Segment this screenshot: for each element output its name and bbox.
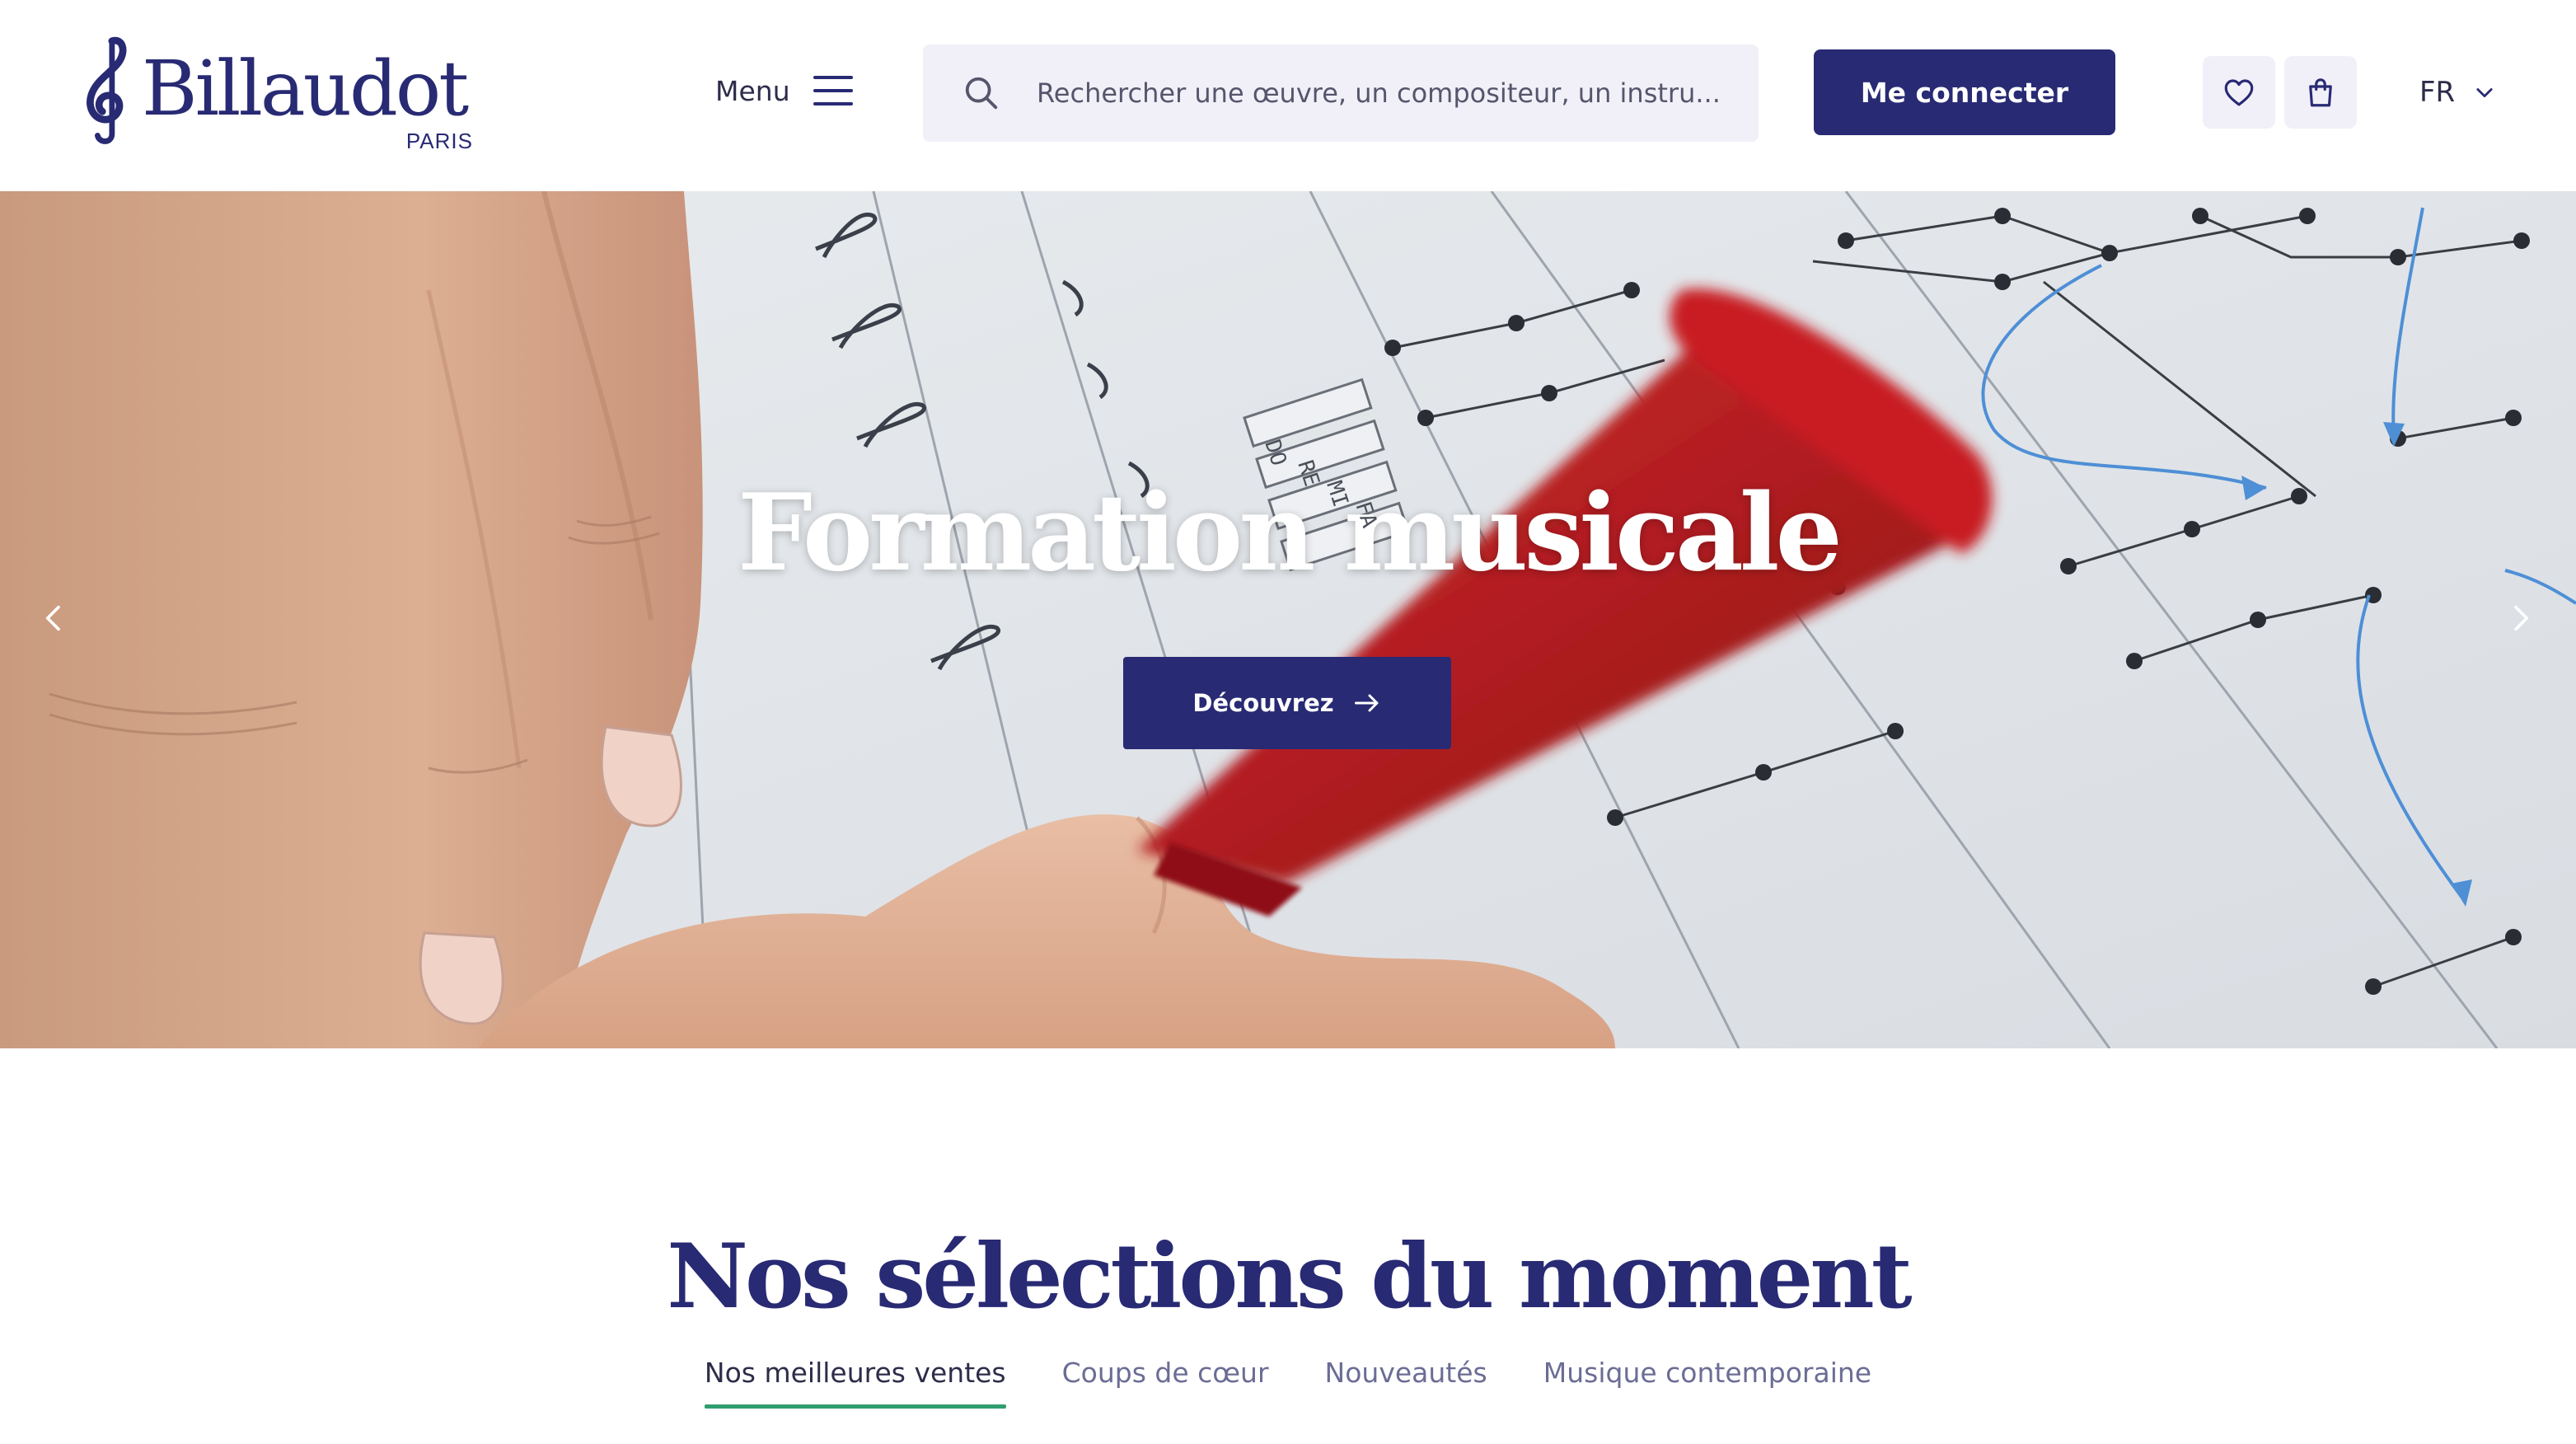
favorites-button[interactable]	[2203, 56, 2275, 129]
cart-button[interactable]	[2284, 56, 2357, 129]
tab-new-releases[interactable]: Nouveautés	[1325, 1357, 1487, 1409]
menu-button[interactable]: Menu	[715, 66, 864, 115]
logo-link[interactable]: Billaudot PARIS	[76, 31, 480, 155]
hero-image	[0, 191, 2576, 1048]
treble-clef-icon	[87, 36, 127, 144]
hero-carousel: Formation musicale Découvrez DO RE MI FA	[0, 191, 2576, 1048]
search-icon[interactable]	[962, 74, 1000, 112]
hero-title: Formation musicale	[738, 471, 1843, 595]
language-selector[interactable]: FR	[2419, 66, 2496, 119]
tab-best-sellers[interactable]: Nos meilleures ventes	[704, 1357, 1006, 1409]
chevron-right-icon	[2514, 605, 2529, 631]
menu-label: Menu	[715, 74, 790, 107]
hamburger-icon	[813, 75, 853, 106]
selection-tabs: Nos meilleures ventes Coups de cœur Nouv…	[0, 1357, 2576, 1409]
brand-name: Billaudot	[142, 45, 469, 133]
brand-city: PARIS	[405, 129, 473, 153]
shopping-bag-icon	[2309, 78, 2332, 107]
site-header: Billaudot PARIS Menu Me connecter FR	[0, 0, 2576, 191]
arrow-right-icon	[1354, 694, 1379, 712]
discover-label: Découvrez	[1192, 689, 1334, 717]
search-bar	[923, 45, 1759, 142]
carousel-next-button[interactable]	[2495, 593, 2545, 643]
discover-button[interactable]: Découvrez	[1123, 657, 1451, 749]
tab-favorites[interactable]: Coups de cœur	[1062, 1357, 1269, 1409]
login-button[interactable]: Me connecter	[1814, 49, 2115, 135]
language-label: FR	[2419, 76, 2456, 109]
search-input[interactable]	[1037, 45, 1739, 142]
carousel-prev-button[interactable]	[30, 593, 79, 643]
tab-contemporary-music[interactable]: Musique contemporaine	[1543, 1357, 1871, 1409]
heart-icon	[2224, 79, 2254, 106]
chevron-left-icon	[45, 605, 60, 631]
chevron-down-icon	[2476, 88, 2493, 98]
section-title: Nos sélections du moment	[667, 1225, 1912, 1329]
